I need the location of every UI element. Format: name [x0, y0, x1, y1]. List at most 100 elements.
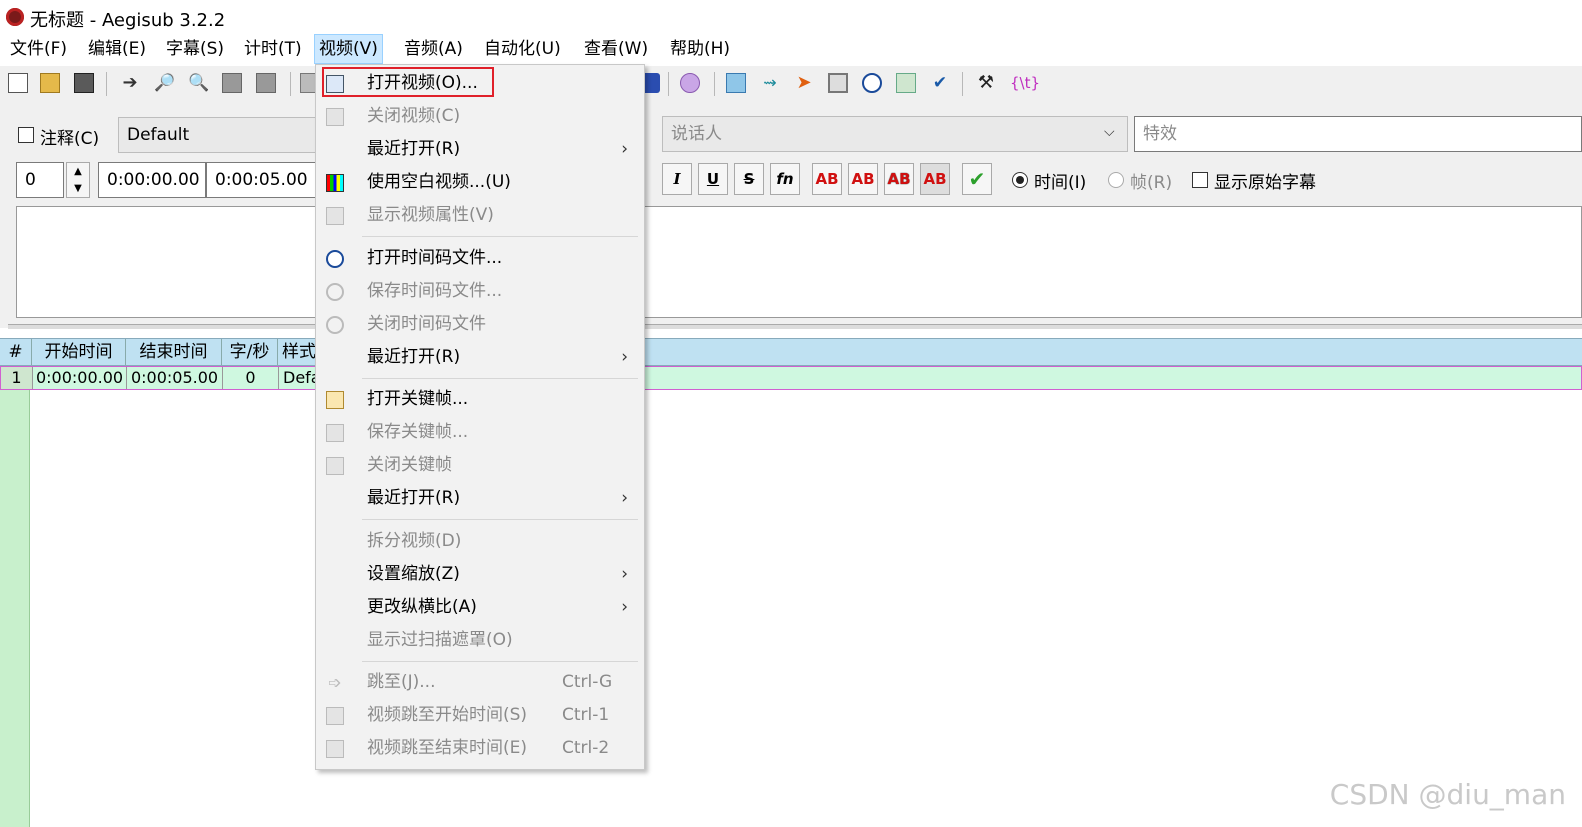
chevron-down-icon[interactable]: ⌵	[1104, 124, 1115, 140]
menu-save-timecodes[interactable]: 保存时间码文件...	[316, 275, 642, 308]
jump-arrow-icon: ➩	[328, 673, 342, 692]
menu-jump-to[interactable]: ➩ 跳至(J)... Ctrl-G	[316, 666, 642, 699]
translation-assistant-icon[interactable]	[896, 73, 916, 93]
menu-timing[interactable]: 计时(T)	[240, 34, 306, 64]
menu-set-zoom[interactable]: 设置缩放(Z) ›	[316, 558, 642, 591]
menu-detach-video[interactable]: 拆分视频(D)	[316, 525, 642, 558]
row-end-time: 0:00:05.00	[127, 367, 223, 389]
menu-file[interactable]: 文件(F)	[6, 34, 71, 64]
menu-jump-end[interactable]: 视频跳至结束时间(E) Ctrl-2	[316, 732, 642, 765]
table-row[interactable]: 1 0:00:00.00 0:00:05.00 0 Defa	[0, 366, 1582, 390]
highlight-annotation-box	[322, 67, 494, 97]
jump-end-icon	[326, 740, 344, 758]
zoom-out-icon[interactable]: 🔍	[188, 73, 209, 93]
spin-up-icon[interactable]: ▲	[67, 163, 89, 180]
timecode-clock-icon	[326, 250, 344, 268]
col-start-time: 开始时间	[32, 339, 126, 365]
underline-button[interactable]: U	[698, 163, 728, 195]
aegisub-app-icon	[6, 8, 24, 26]
timer-icon[interactable]	[862, 73, 882, 93]
layer-spinner[interactable]: ▲ ▼	[66, 162, 90, 198]
grid-header: # 开始时间 结束时间 字/秒 样式	[0, 338, 1582, 366]
options-tools-icon[interactable]: ⚒	[976, 73, 996, 93]
jump-start-icon	[326, 707, 344, 725]
zoom-in-icon[interactable]: 🔎	[154, 73, 175, 93]
col-number: #	[0, 339, 32, 365]
save-keyframes-icon	[326, 424, 344, 442]
menu-open-keyframes[interactable]: 打开关键帧...	[316, 383, 642, 416]
properties-icon[interactable]	[828, 73, 848, 93]
spell-check-icon[interactable]: ✔	[930, 73, 950, 93]
subtitle-text-editor[interactable]	[16, 206, 1582, 318]
splitter[interactable]	[8, 324, 1582, 329]
menu-close-video[interactable]: 关闭视频(C)	[316, 100, 642, 133]
style-select[interactable]: Default	[118, 117, 318, 153]
frame-radio[interactable]	[1108, 172, 1124, 188]
grid-gutter	[0, 390, 30, 827]
menu-video[interactable]: 视频(V)	[314, 34, 383, 64]
keyframe-icon	[326, 391, 344, 409]
menu-jump-start[interactable]: 视频跳至开始时间(S) Ctrl-1	[316, 699, 642, 732]
new-file-icon[interactable]	[8, 73, 28, 93]
menu-edit[interactable]: 编辑(E)	[84, 34, 150, 64]
window-title: 无标题 - Aegisub 3.2.2	[30, 10, 226, 31]
col-end-time: 结束时间	[126, 339, 222, 365]
video-menu-dropdown: 打开视频(O)... 关闭视频(C) 最近打开(R) › 使用空白视频...(U…	[315, 64, 645, 770]
submenu-arrow-icon: ›	[621, 139, 628, 159]
layer-field[interactable]: 0	[16, 162, 64, 198]
primary-color-button[interactable]: AB	[812, 163, 842, 195]
save-icon[interactable]	[74, 73, 94, 93]
menu-subtitle[interactable]: 字幕(S)	[162, 34, 228, 64]
shadow-color-button[interactable]: AB	[920, 163, 950, 195]
menu-video-details[interactable]: 显示视频属性(V)	[316, 199, 642, 232]
menu-bar: 文件(F) 编辑(E) 字幕(S) 计时(T) 视频(V) 音频(A) 自动化(…	[0, 34, 1582, 64]
jump-arrow-icon[interactable]: ➔	[120, 73, 140, 93]
menu-audio[interactable]: 音频(A)	[400, 34, 467, 64]
menu-open-timecodes[interactable]: 打开时间码文件...	[316, 242, 642, 275]
menu-save-keyframes[interactable]: 保存关键帧...	[316, 416, 642, 449]
secondary-color-button[interactable]: AB	[848, 163, 878, 195]
menu-recent-keyframes[interactable]: 最近打开(R) ›	[316, 482, 642, 515]
row-number: 1	[1, 367, 33, 389]
menu-automation[interactable]: 自动化(U)	[480, 34, 565, 64]
menu-aspect-ratio[interactable]: 更改纵横比(A) ›	[316, 591, 642, 624]
start-time-field[interactable]: 0:00:00.00	[98, 162, 206, 198]
menu-recent-timecodes[interactable]: 最近打开(R) ›	[316, 341, 642, 374]
time-radio[interactable]	[1012, 172, 1028, 188]
open-folder-icon[interactable]	[40, 73, 60, 93]
menu-view[interactable]: 查看(W)	[580, 34, 652, 64]
end-time-field[interactable]: 0:00:05.00	[206, 162, 318, 198]
video-start-icon[interactable]	[222, 73, 242, 93]
menu-close-keyframes[interactable]: 关闭关键帧	[316, 449, 642, 482]
comment-label: 注释(C)	[40, 129, 100, 149]
close-timecodes-icon	[326, 316, 344, 334]
effect-field[interactable]: 特效	[1134, 116, 1582, 152]
kanji-timer-icon[interactable]: ➤	[794, 73, 814, 93]
close-keyframes-icon	[326, 457, 344, 475]
menu-overscan-mask[interactable]: 显示过扫描遮罩(O)	[316, 624, 642, 657]
menu-dummy-video[interactable]: 使用空白视频...(U)	[316, 166, 642, 199]
menu-close-timecodes[interactable]: 关闭时间码文件	[316, 308, 642, 341]
commit-checkmark-icon[interactable]: ✔	[962, 163, 992, 195]
row-style: Defa	[283, 368, 321, 387]
resample-icon[interactable]	[726, 73, 746, 93]
character-icon[interactable]	[680, 73, 700, 93]
show-original-checkbox[interactable]	[1192, 172, 1208, 188]
col-style: 样式	[282, 342, 316, 362]
strikeout-button[interactable]: S	[734, 163, 764, 195]
save-timecodes-icon	[326, 283, 344, 301]
video-end-icon[interactable]	[256, 73, 276, 93]
menu-recent-video[interactable]: 最近打开(R) ›	[316, 133, 642, 166]
comment-checkbox[interactable]	[18, 127, 34, 143]
automation-transform-button[interactable]: {\t}	[1010, 73, 1040, 93]
submenu-arrow-icon: ›	[621, 347, 628, 367]
menu-help[interactable]: 帮助(H)	[666, 34, 734, 64]
outline-color-button[interactable]: AB	[884, 163, 914, 195]
submenu-arrow-icon: ›	[621, 564, 628, 584]
timing-postprocessor-icon[interactable]: ⇝	[760, 73, 780, 93]
watermark: CSDN @diu_man	[1329, 778, 1566, 811]
spin-down-icon[interactable]: ▼	[67, 180, 89, 197]
font-button[interactable]: fn	[770, 163, 800, 195]
actor-field[interactable]: 说话人	[662, 116, 1128, 152]
italic-button[interactable]: I	[662, 163, 692, 195]
